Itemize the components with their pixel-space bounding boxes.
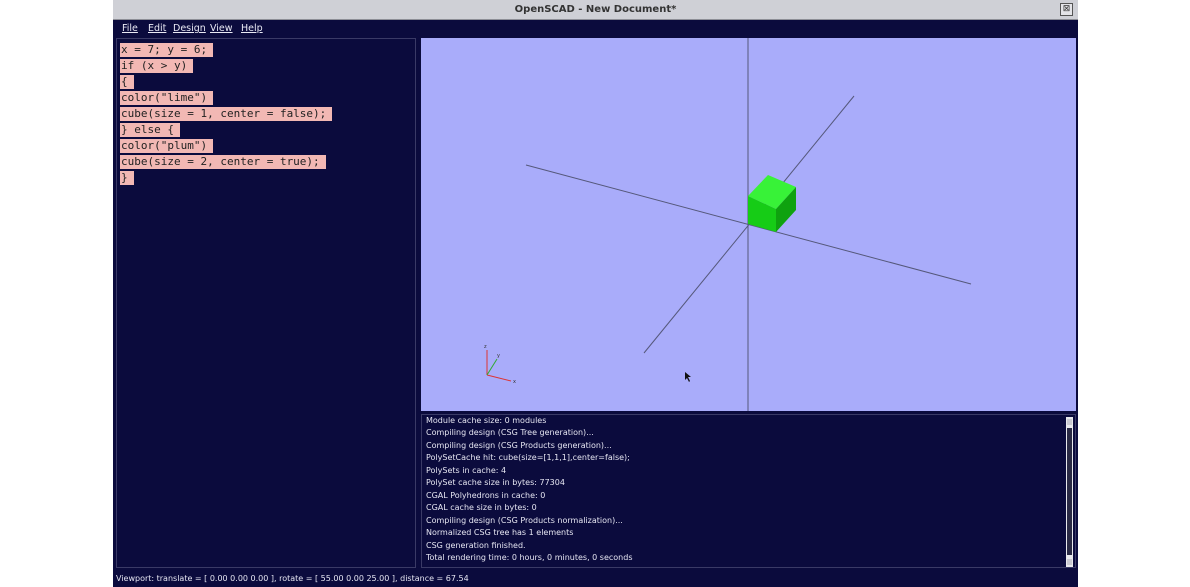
console-line: Compiling design (CSG Products normaliza… bbox=[426, 516, 623, 525]
console-line: CGAL Polyhedrons in cache: 0 bbox=[426, 491, 546, 500]
3d-viewport[interactable]: z y x bbox=[421, 38, 1076, 411]
viewport-canvas[interactable]: z y x bbox=[421, 38, 1076, 411]
code-line[interactable]: cube(size = 2, center = true); bbox=[120, 155, 326, 169]
y-axis-line bbox=[643, 95, 855, 354]
code-editor[interactable]: x = 7; y = 6; if (x > y) { color("lime")… bbox=[116, 38, 416, 568]
code-line[interactable]: x = 7; y = 6; bbox=[120, 43, 214, 57]
close-icon[interactable]: ⊠ bbox=[1060, 3, 1073, 16]
code-line[interactable]: cube(size = 1, center = false); bbox=[120, 107, 333, 121]
viewport-status-text: Viewport: translate = [ 0.00 0.00 0.00 ]… bbox=[116, 574, 469, 583]
lime-cube bbox=[748, 175, 796, 232]
menu-bar: File Edit Design View Help bbox=[116, 20, 1076, 36]
menu-file[interactable]: File bbox=[122, 23, 138, 34]
console-line: PolySetCache hit: cube(size=[1,1,1],cent… bbox=[426, 453, 630, 462]
axis-label-y: y bbox=[497, 353, 500, 359]
menu-design[interactable]: Design bbox=[173, 23, 206, 34]
scroll-down-icon[interactable] bbox=[1067, 559, 1072, 565]
code-line[interactable]: } bbox=[120, 171, 134, 185]
scrollbar-thumb[interactable] bbox=[1067, 428, 1072, 555]
status-bar: Viewport: translate = [ 0.00 0.00 0.00 ]… bbox=[113, 570, 1078, 587]
menu-help[interactable]: Help bbox=[241, 23, 263, 34]
code-line[interactable]: color("lime") bbox=[120, 91, 214, 105]
axis-indicator: z y x bbox=[484, 344, 516, 385]
menu-edit[interactable]: Edit bbox=[148, 23, 166, 34]
console-line: Compiling design (CSG Tree generation)..… bbox=[426, 428, 594, 437]
console-scrollbar[interactable] bbox=[1066, 417, 1073, 567]
console-panel: Module cache size: 0 modules Compiling d… bbox=[421, 414, 1076, 568]
console-line: Module cache size: 0 modules bbox=[426, 416, 547, 425]
axis-label-x: x bbox=[513, 379, 516, 385]
code-line[interactable]: if (x > y) bbox=[120, 59, 194, 73]
window-title: OpenSCAD - New Document* bbox=[514, 4, 677, 15]
console-line: Compiling design (CSG Products generatio… bbox=[426, 441, 612, 450]
console-line: CSG generation finished. bbox=[426, 541, 526, 550]
console-line: CGAL cache size in bytes: 0 bbox=[426, 503, 537, 512]
code-line[interactable]: color("plum") bbox=[120, 139, 214, 153]
axis-label-z: z bbox=[484, 344, 487, 350]
console-line: Normalized CSG tree has 1 elements bbox=[426, 528, 574, 537]
console-line: PolySet cache size in bytes: 77304 bbox=[426, 478, 565, 487]
menu-view[interactable]: View bbox=[210, 23, 233, 34]
scroll-up-icon[interactable] bbox=[1067, 419, 1072, 425]
code-line[interactable]: } else { bbox=[120, 123, 180, 137]
title-bar: OpenSCAD - New Document* ⊠ bbox=[113, 0, 1078, 20]
console-line: Total rendering time: 0 hours, 0 minutes… bbox=[426, 553, 633, 562]
console-line: PolySets in cache: 4 bbox=[426, 466, 507, 475]
code-line[interactable]: { bbox=[120, 75, 134, 89]
openscad-window: OpenSCAD - New Document* ⊠ File Edit Des… bbox=[113, 0, 1078, 587]
mouse-cursor-icon bbox=[685, 372, 691, 382]
